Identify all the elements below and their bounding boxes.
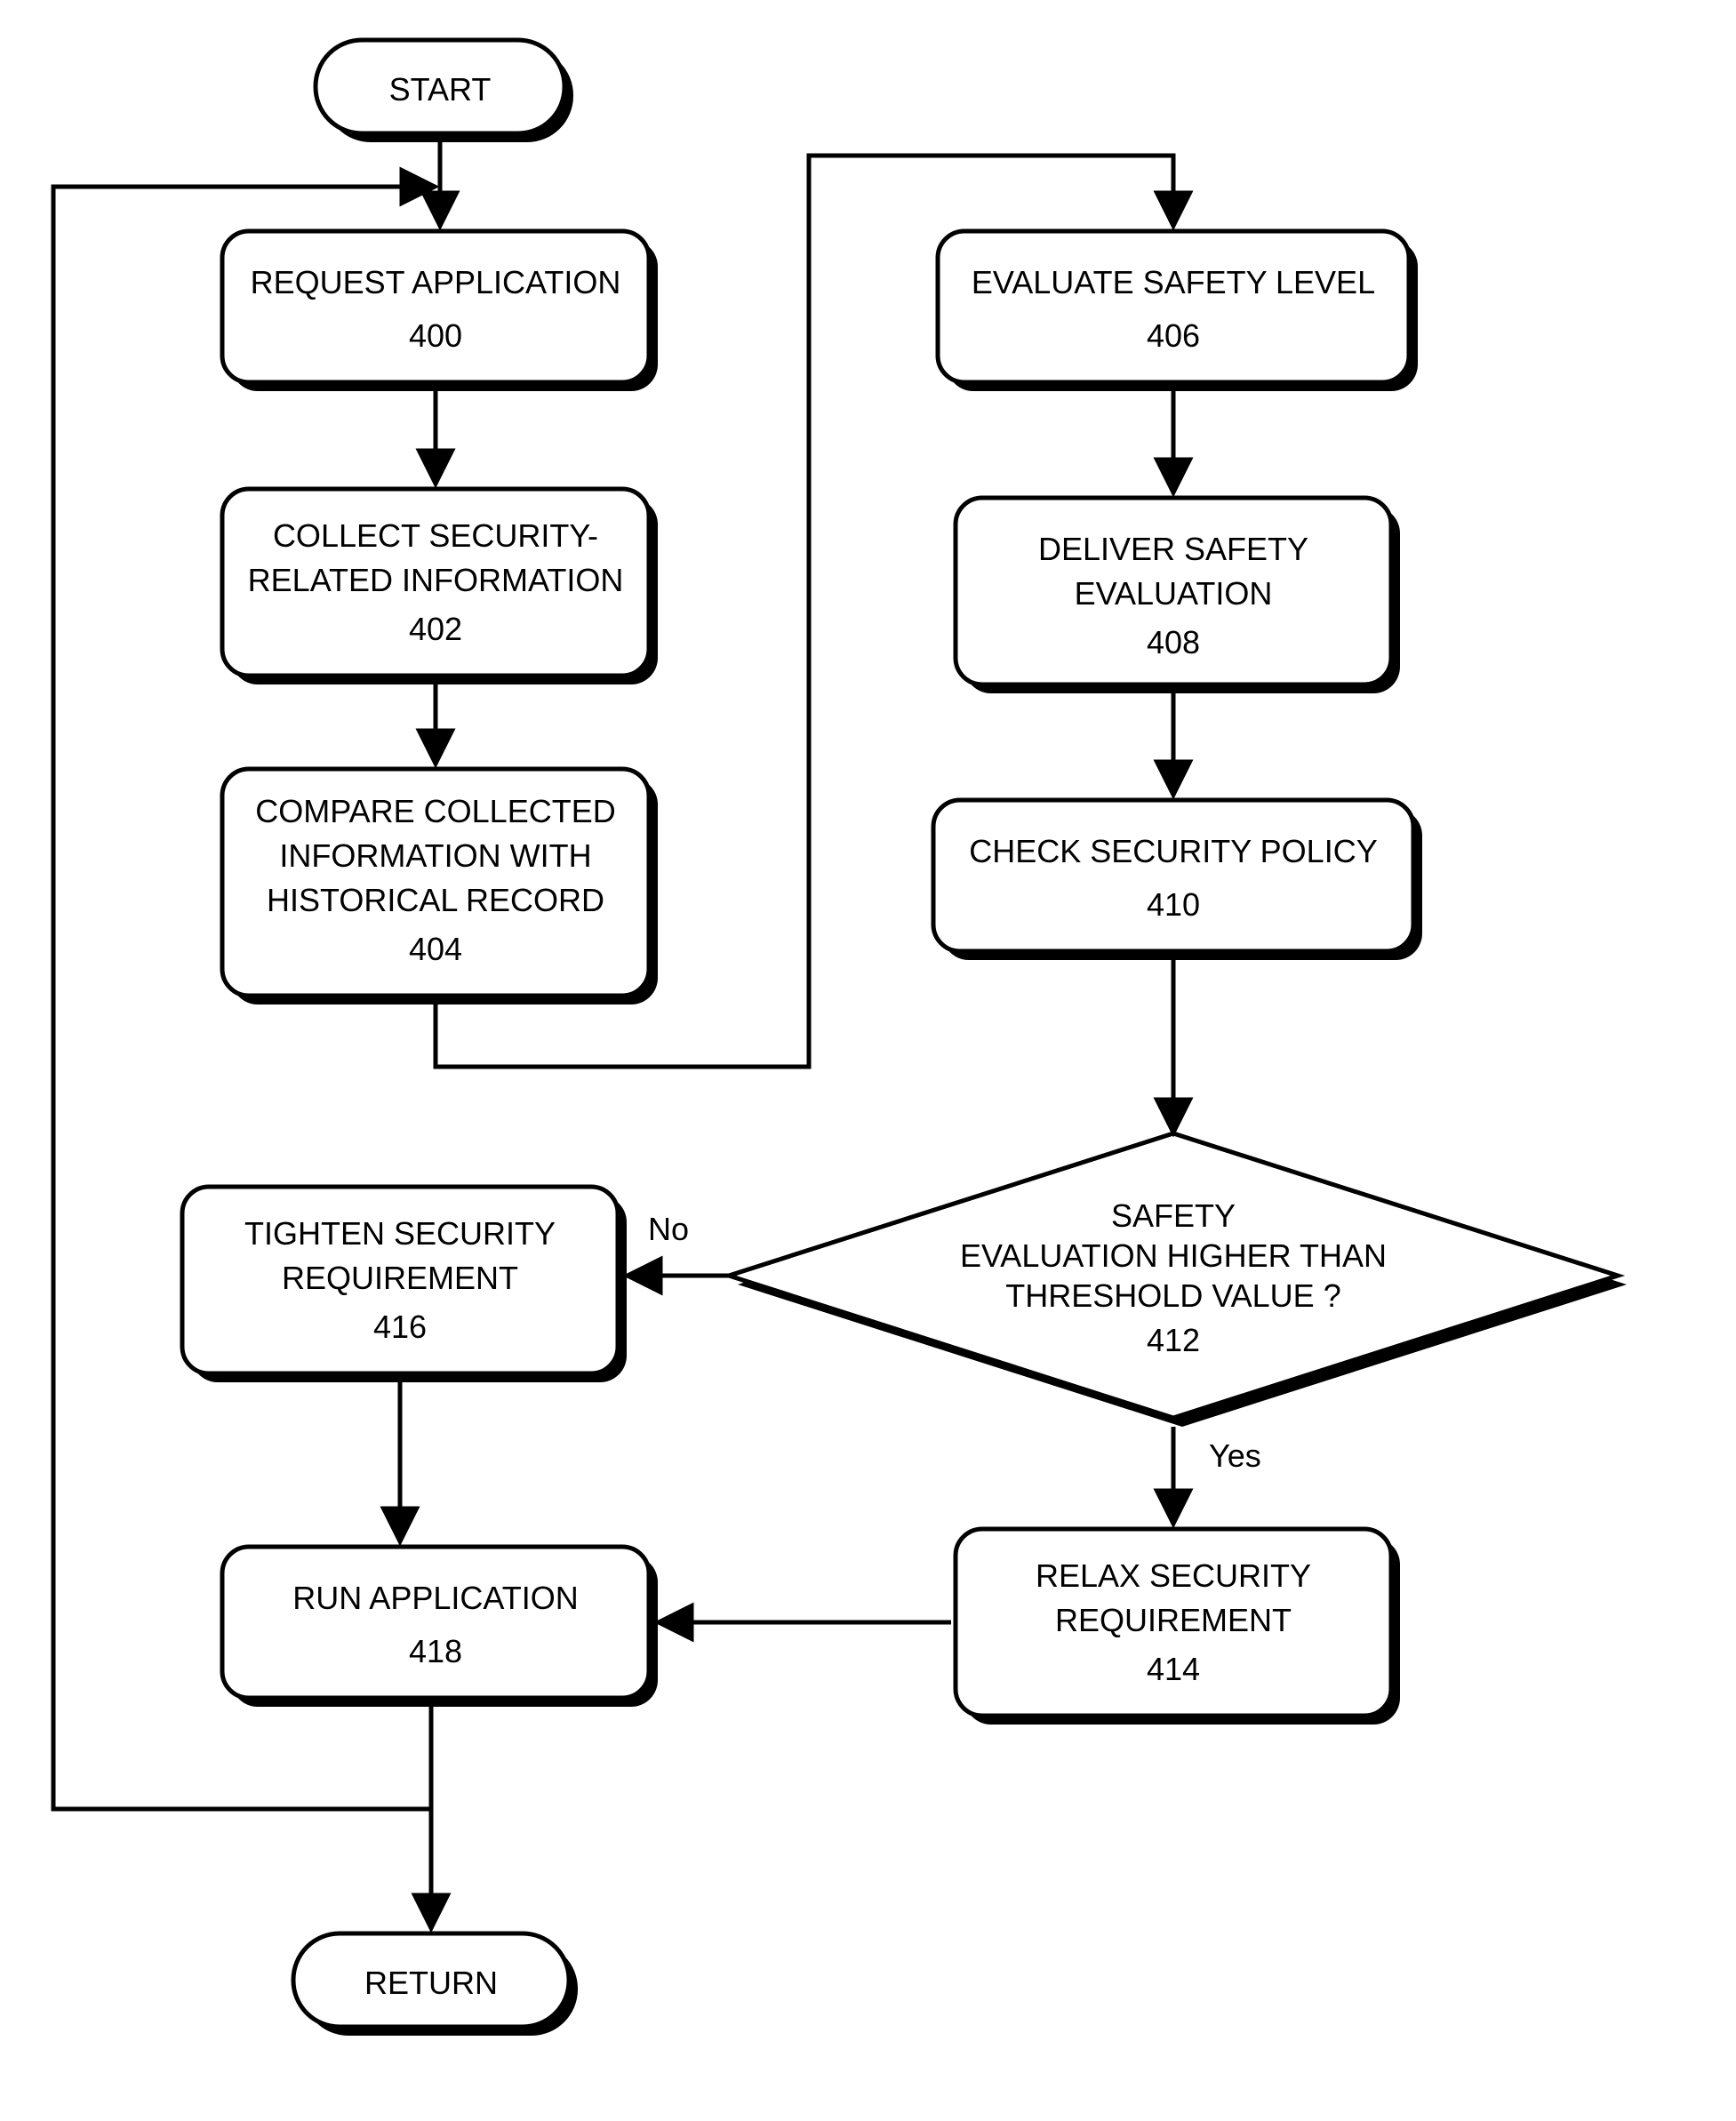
svg-text:SAFETY: SAFETY [1111, 1197, 1236, 1234]
box-request-application: REQUEST APPLICATION 400 [222, 231, 658, 391]
box-check-policy: CHECK SECURITY POLICY 410 [933, 800, 1422, 960]
svg-text:RUN APPLICATION: RUN APPLICATION [292, 1580, 578, 1616]
box-run-application: RUN APPLICATION 418 [222, 1547, 658, 1707]
svg-text:RETURN: RETURN [364, 1965, 498, 2001]
return-node: RETURN [293, 1933, 578, 2036]
box-evaluate-safety: EVALUATE SAFETY LEVEL 406 [938, 231, 1418, 391]
svg-text:408: 408 [1147, 624, 1200, 660]
svg-text:RELATED INFORMATION: RELATED INFORMATION [248, 562, 624, 598]
svg-text:REQUIREMENT: REQUIREMENT [282, 1260, 518, 1296]
svg-text:EVALUATION: EVALUATION [1075, 575, 1273, 612]
svg-text:414: 414 [1147, 1651, 1200, 1687]
svg-text:410: 410 [1147, 886, 1200, 923]
svg-text:406: 406 [1147, 317, 1200, 354]
svg-text:INFORMATION WITH: INFORMATION WITH [279, 837, 591, 874]
svg-text:TIGHTEN SECURITY: TIGHTEN SECURITY [244, 1215, 556, 1252]
box-relax-security: RELAX SECURITY REQUIREMENT 414 [956, 1529, 1400, 1725]
svg-text:RELAX SECURITY: RELAX SECURITY [1036, 1557, 1311, 1594]
decision-safety-threshold: SAFETY EVALUATION HIGHER THAN THRESHOLD … [729, 1133, 1627, 1427]
svg-text:THRESHOLD VALUE ?: THRESHOLD VALUE ? [1005, 1277, 1340, 1314]
svg-text:DELIVER SAFETY: DELIVER SAFETY [1038, 531, 1308, 567]
svg-text:START: START [389, 71, 492, 108]
svg-text:416: 416 [373, 1309, 427, 1345]
svg-text:CHECK SECURITY POLICY: CHECK SECURITY POLICY [969, 833, 1377, 869]
label-yes: Yes [1209, 1437, 1261, 1474]
label-no: No [648, 1211, 689, 1247]
box-compare-historical: COMPARE COLLECTED INFORMATION WITH HISTO… [222, 769, 658, 1004]
svg-text:EVALUATE SAFETY LEVEL: EVALUATE SAFETY LEVEL [972, 264, 1375, 300]
box-collect-security-info: COLLECT SECURITY- RELATED INFORMATION 40… [222, 489, 658, 684]
svg-text:COLLECT SECURITY-: COLLECT SECURITY- [273, 517, 598, 554]
svg-text:COMPARE COLLECTED: COMPARE COLLECTED [255, 793, 615, 829]
svg-text:400: 400 [409, 317, 462, 354]
box-tighten-security: TIGHTEN SECURITY REQUIREMENT 416 [182, 1187, 627, 1382]
svg-text:404: 404 [409, 931, 462, 967]
svg-text:402: 402 [409, 611, 462, 647]
svg-text:REQUIREMENT: REQUIREMENT [1055, 1602, 1292, 1638]
svg-text:412: 412 [1147, 1322, 1200, 1358]
svg-text:HISTORICAL RECORD: HISTORICAL RECORD [267, 882, 604, 918]
start-node: START [316, 40, 573, 142]
flowchart: START REQUEST APPLICATION 400 COLLECT SE… [0, 0, 1736, 2121]
svg-text:418: 418 [409, 1633, 462, 1669]
box-deliver-evaluation: DELIVER SAFETY EVALUATION 408 [956, 498, 1400, 693]
svg-text:REQUEST APPLICATION: REQUEST APPLICATION [251, 264, 621, 300]
svg-text:EVALUATION HIGHER THAN: EVALUATION HIGHER THAN [960, 1237, 1387, 1274]
